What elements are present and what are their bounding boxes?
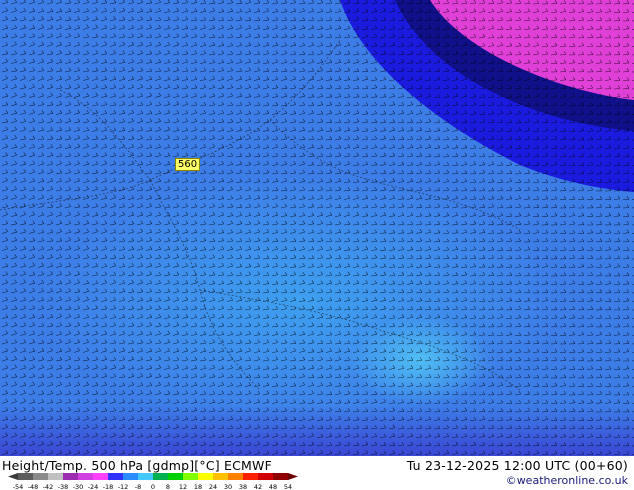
- map-title: Height/Temp. 500 hPa [gdmp][°C] ECMWF: [2, 458, 272, 473]
- colorbar-tick-label: 8: [166, 483, 170, 490]
- colorbar-tick-label: 24: [209, 483, 217, 490]
- colorbar-swatch: [258, 473, 274, 480]
- valid-time: Tu 23-12-2025 12:00 UTC (00+60): [406, 458, 628, 473]
- colorbar-swatch: [63, 473, 79, 480]
- colorbar-arrow-left: [8, 473, 18, 480]
- colorbar-tick-label: 12: [179, 483, 187, 490]
- colorbar-swatch: [78, 473, 94, 480]
- cold-band-bottom: [0, 405, 634, 456]
- colorbar: -54 -48 -42 -38 -30 -24 -18 -12 -8 0 8 12 18 24 30 38 42…: [8, 473, 298, 490]
- colorbar-swatch: [228, 473, 244, 480]
- footer: Height/Temp. 500 hPa [gdmp][°C] ECMWF Tu…: [0, 456, 634, 490]
- colorbar-swatch: [48, 473, 64, 480]
- colorbar-tick-label: -12: [118, 483, 129, 490]
- colorbar-tick-label: 30: [224, 483, 232, 490]
- colorbar-tick-label: -18: [103, 483, 114, 490]
- colorbar-swatch: [138, 473, 154, 480]
- weather-map: 560: [0, 0, 634, 456]
- colorbar-tick-label: -8: [135, 483, 141, 490]
- colorbar-tick-label: 48: [269, 483, 277, 490]
- colorbar-arrow-right: [288, 473, 298, 480]
- colorbar-tick-label: -54: [13, 483, 24, 490]
- colorbar-tick-label: -48: [28, 483, 39, 490]
- colorbar-swatch: [33, 473, 49, 480]
- colorbar-swatch: [153, 473, 169, 480]
- colorbar-swatch: [18, 473, 34, 480]
- contour-label-560: 560: [175, 158, 201, 171]
- colorbar-tick-label: 18: [194, 483, 202, 490]
- colorbar-tick-label: 42: [254, 483, 262, 490]
- colorbar-swatch: [183, 473, 199, 480]
- light-blue-area: [40, 170, 560, 430]
- colorbar-tick-label: -30: [73, 483, 84, 490]
- colorbar-swatch: [213, 473, 229, 480]
- colorbar-tick-label: 0: [151, 483, 155, 490]
- temperature-field: [0, 0, 634, 456]
- colorbar-tick-label: -42: [43, 483, 54, 490]
- colorbar-tick-label: -38: [58, 483, 69, 490]
- colorbar-swatch: [93, 473, 109, 480]
- colorbar-tick-label: 38: [239, 483, 247, 490]
- colorbar-tick-label: -24: [88, 483, 99, 490]
- colorbar-swatch: [108, 473, 124, 480]
- colorbar-swatch: [123, 473, 139, 480]
- colorbar-tick-label: 54: [284, 483, 292, 490]
- colorbar-swatch: [168, 473, 184, 480]
- colorbar-swatch: [198, 473, 214, 480]
- credit-link[interactable]: ©weatheronline.co.uk: [506, 474, 628, 487]
- colorbar-swatch: [273, 473, 289, 480]
- colorbar-swatch: [243, 473, 259, 480]
